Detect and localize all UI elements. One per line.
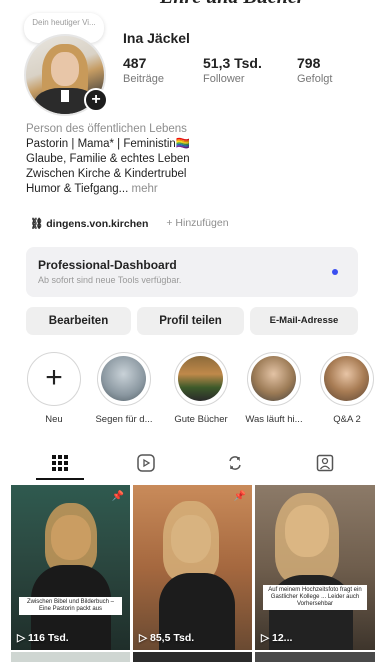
reposts-icon — [229, 456, 241, 470]
highlight-label: Neu — [45, 414, 63, 425]
post-views: ▷ 12... — [261, 632, 292, 644]
post-caption-banner: Zwischen Bibel und Bilderbuch – Eine Pas… — [19, 597, 122, 615]
highlight-label: Gute Bücher — [174, 414, 228, 425]
link-icon: ⛓ — [30, 218, 44, 230]
play-icon: ▷ — [139, 632, 148, 644]
dashboard-subtitle: Ab sofort sind neue Tools verfügbar. — [38, 275, 182, 285]
highlight-item[interactable]: Gute Bücher — [171, 352, 231, 425]
profile-tabs — [0, 445, 375, 481]
highlight-label: Q&A 2 — [333, 414, 361, 425]
highlight-new[interactable]: + Neu — [24, 352, 84, 425]
notification-dot — [332, 269, 338, 275]
grid-icon — [52, 455, 68, 471]
followers-count-value: 51,3 Tsd. — [203, 55, 262, 71]
highlight-item[interactable]: Q&A 2 — [317, 352, 375, 425]
tab-tagged[interactable] — [290, 445, 360, 481]
post-caption-banner: Auf meinem Hochzeitsfoto fragt ein Gastl… — [263, 585, 367, 610]
bio-line: Humor & Tiefgang... — [26, 183, 129, 195]
posts-count-label: Beiträge — [123, 73, 164, 85]
cropped-header-text: Ehre und Bücher — [0, 0, 375, 8]
post-views-value: 85,5 Tsd. — [150, 632, 195, 644]
profile-link[interactable]: ⛓ dingens.von.kirchen — [30, 217, 148, 230]
bio: Person des öffentlichen Lebens Pastorin … — [26, 122, 356, 197]
tab-reels[interactable] — [111, 445, 181, 481]
post-thumbnail[interactable]: 📌 Zwischen Bibel und Bilderbuch – Eine P… — [11, 485, 130, 650]
pin-icon: 📌 — [111, 491, 124, 502]
bio-line: Zwischen Kirche & Kindertrubel — [26, 168, 187, 180]
tab-posts-grid[interactable] — [25, 445, 95, 481]
following-count[interactable]: 798 Gefolgt — [297, 55, 332, 85]
post-views-value: 12... — [272, 632, 293, 644]
bio-line: Glaube, Familie & echtes Leben — [26, 153, 190, 165]
highlight-item[interactable]: Segen für d... — [94, 352, 154, 425]
active-tab-indicator — [36, 478, 84, 480]
posts-count-value: 487 — [123, 55, 147, 71]
bio-line: Pastorin | Mama* | Feministin🏳️‍🌈 — [26, 138, 191, 150]
post-views-value: 116 Tsd. — [28, 632, 69, 644]
plus-icon: + — [45, 361, 63, 394]
post-thumbnail[interactable]: 📌 ▷ 85,5 Tsd. — [133, 485, 252, 650]
highlight-label: Segen für d... — [95, 414, 153, 425]
add-story-plus-icon[interactable]: + — [84, 88, 108, 112]
tab-reposts[interactable] — [200, 445, 270, 481]
followers-count[interactable]: 51,3 Tsd. Follower — [203, 55, 262, 85]
posts-grid: 📌 Zwischen Bibel und Bilderbuch – Eine P… — [11, 485, 375, 660]
post-thumbnail[interactable]: Auf meinem Hochzeitsfoto fragt ein Gastl… — [255, 485, 375, 650]
profile-category: Person des öffentlichen Lebens — [26, 123, 187, 135]
profile-actions: Bearbeiten Profil teilen E-Mail-Adresse — [26, 307, 358, 335]
play-icon: ▷ — [17, 632, 26, 644]
highlight-item[interactable]: Was läuft hi... — [244, 352, 304, 425]
profile-link-text: dingens.von.kirchen — [46, 218, 149, 230]
post-thumbnail[interactable] — [133, 652, 252, 662]
post-thumbnail[interactable] — [255, 652, 375, 662]
bio-more-link[interactable]: mehr — [131, 183, 157, 195]
posts-count[interactable]: 487 Beiträge — [123, 55, 164, 85]
post-views: ▷ 116 Tsd. — [17, 632, 69, 644]
post-thumbnail[interactable] — [11, 652, 130, 662]
tagged-icon — [316, 454, 334, 472]
post-views: ▷ 85,5 Tsd. — [139, 632, 194, 644]
following-count-value: 798 — [297, 55, 321, 71]
highlight-label: Was läuft hi... — [245, 414, 303, 425]
email-button[interactable]: E-Mail-Adresse — [250, 307, 358, 335]
professional-dashboard[interactable]: Professional-Dashboard Ab sofort sind ne… — [26, 247, 358, 297]
share-profile-button[interactable]: Profil teilen — [137, 307, 244, 335]
edit-profile-button[interactable]: Bearbeiten — [26, 307, 131, 335]
dashboard-title: Professional-Dashboard — [38, 258, 177, 272]
play-icon: ▷ — [261, 632, 270, 644]
posts-grid-row-2 — [11, 652, 375, 662]
story-highlights: + Neu Segen für d... Gute Bücher Was läu… — [24, 352, 375, 432]
add-link-button[interactable]: + Hinzufügen — [166, 217, 228, 230]
following-count-label: Gefolgt — [297, 73, 333, 85]
pin-icon: 📌 — [233, 491, 246, 502]
reels-icon — [137, 454, 155, 472]
profile-links: ⛓ dingens.von.kirchen + Hinzufügen — [30, 217, 229, 230]
profile-name: Ina Jäckel — [123, 30, 190, 46]
followers-count-label: Follower — [203, 73, 245, 85]
